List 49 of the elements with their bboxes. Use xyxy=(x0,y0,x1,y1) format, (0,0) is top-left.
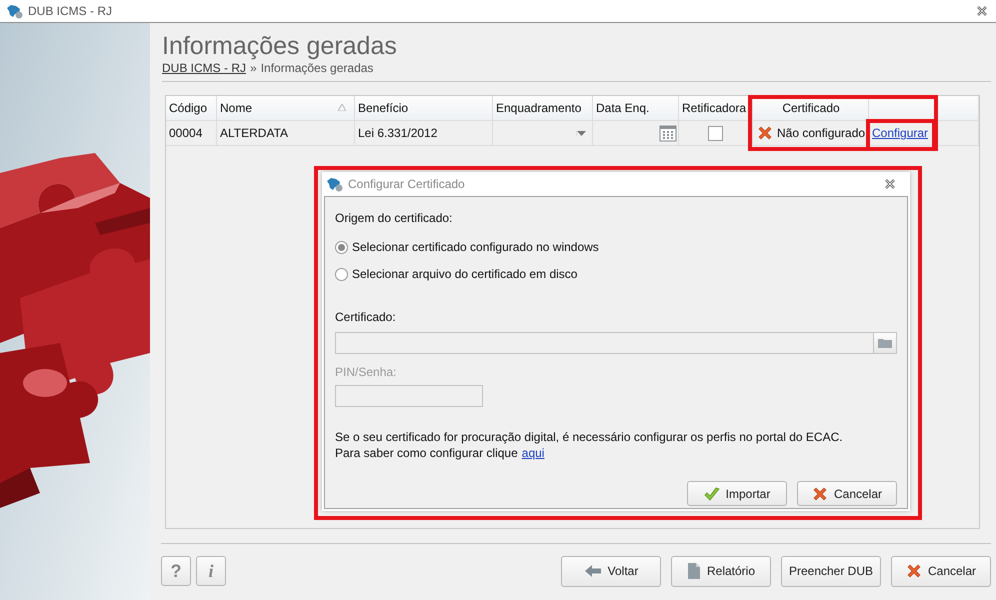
certificate-field[interactable] xyxy=(335,332,874,354)
cancel-button[interactable]: Cancelar xyxy=(797,481,897,506)
app-icon xyxy=(6,3,24,19)
radio-label[interactable]: Selecionar arquivo do certificado em disco xyxy=(352,267,578,281)
field-label: Certificado: xyxy=(335,310,397,324)
breadcrumb-current: Informações geradas xyxy=(260,61,374,75)
dropdown-icon xyxy=(576,130,586,136)
arrow-left-icon xyxy=(584,564,602,578)
back-button[interactable]: Voltar xyxy=(561,556,661,586)
import-button[interactable]: Importar xyxy=(687,481,787,506)
configure-link[interactable]: Configurar xyxy=(872,126,928,140)
radio-button[interactable] xyxy=(335,268,348,280)
calendar-icon xyxy=(659,124,677,142)
cancel-button[interactable]: Cancelar xyxy=(891,556,991,586)
close-icon xyxy=(884,178,896,190)
field-label: PIN/Senha: xyxy=(335,365,398,379)
report-button[interactable]: Relatório xyxy=(671,556,771,586)
table-cell: Lei 6.331/2012 xyxy=(355,121,493,145)
browse-button[interactable] xyxy=(873,332,897,354)
app-icon xyxy=(326,176,344,192)
info-text: Se o seu certificado for procuração digital, é necessário configurar os perfis no portal do ECAC. xyxy=(335,429,844,445)
column-header[interactable]: Certificado xyxy=(753,96,869,120)
folder-icon xyxy=(878,338,892,348)
help-link[interactable]: aqui xyxy=(522,445,544,461)
column-header[interactable]: Benefício xyxy=(355,96,493,120)
breadcrumb-separator: » xyxy=(250,61,257,75)
column-header[interactable]: Retificadora xyxy=(679,96,753,120)
radio-label[interactable]: Selecionar certificado configurado no windows xyxy=(352,240,599,254)
column-header[interactable]: Código xyxy=(166,96,217,120)
section-label: Origem do certificado: xyxy=(335,211,454,225)
column-header[interactable]: Enquadramento xyxy=(493,96,593,120)
close-icon xyxy=(906,563,922,579)
document-icon xyxy=(686,562,701,580)
column-header[interactable]: Data Enq. xyxy=(593,96,679,120)
column-header[interactable]: Nome xyxy=(217,96,355,120)
check-icon xyxy=(704,486,720,500)
checkbox[interactable] xyxy=(708,126,723,140)
table-cell: ALTERDATA xyxy=(217,121,355,145)
table-cell: 00004 xyxy=(166,121,217,145)
fill-button[interactable]: Preencher DUB xyxy=(781,556,881,586)
radio-button[interactable] xyxy=(335,240,348,254)
dialog-title: Configurar Certificado xyxy=(348,177,466,191)
breadcrumb-link[interactable]: DUB ICMS - RJ xyxy=(162,61,246,75)
close-icon xyxy=(976,5,988,17)
page-title: Informações geradas xyxy=(162,31,398,61)
window-title: DUB ICMS - RJ xyxy=(28,4,113,18)
status-text: Não configurado xyxy=(777,126,866,140)
info-text: Para saber como configurar clique xyxy=(335,445,518,461)
close-icon xyxy=(812,486,828,502)
